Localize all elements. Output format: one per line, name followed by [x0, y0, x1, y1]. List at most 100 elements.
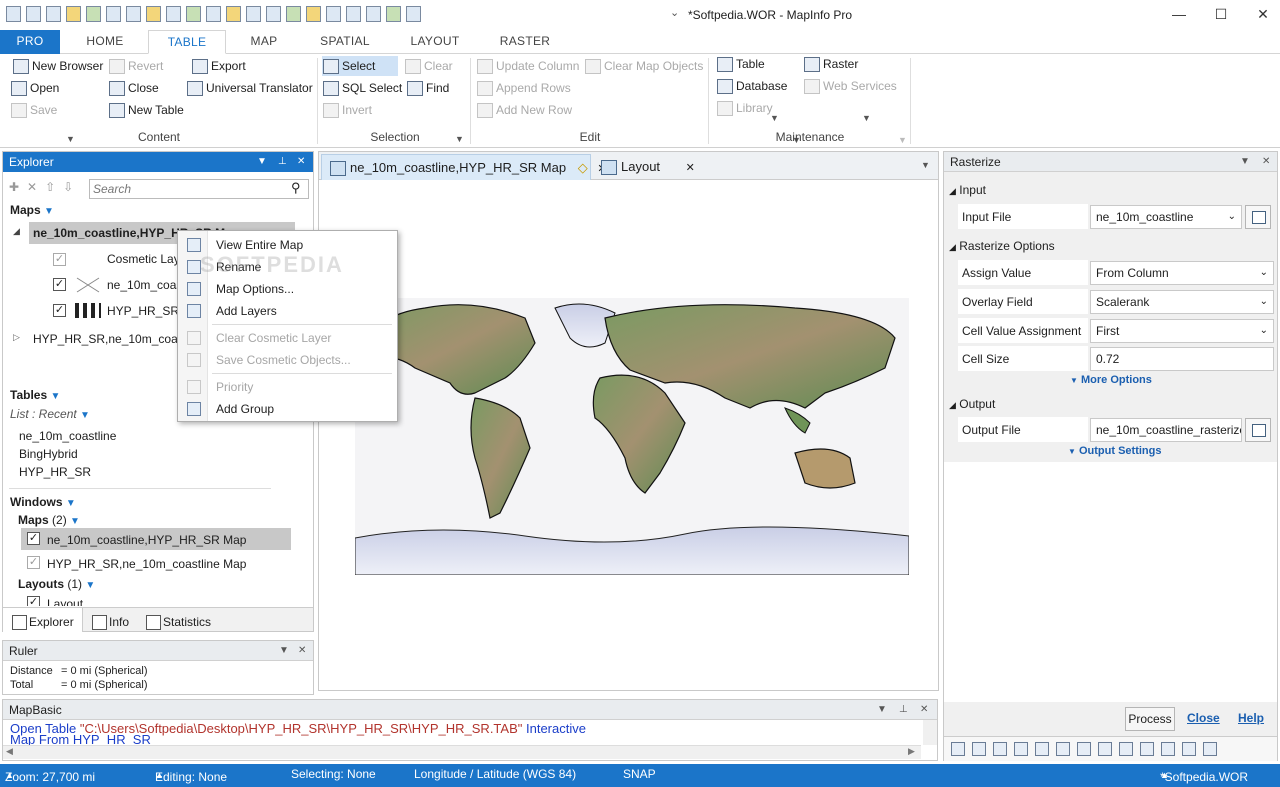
explorer-search-input[interactable]: Search — [89, 179, 309, 199]
convert-icon[interactable] — [1056, 742, 1070, 756]
tab-table[interactable]: TABLE — [148, 30, 226, 54]
pin-icon[interactable]: ⊥ — [278, 152, 287, 172]
find-button[interactable]: Find — [406, 78, 449, 98]
raster-tool-icon[interactable] — [951, 742, 965, 756]
process-button[interactable]: Process — [1125, 707, 1175, 731]
table-item[interactable]: HYP_HR_SR — [19, 465, 91, 479]
close-table-button[interactable]: Close — [108, 78, 159, 98]
calculator-icon[interactable] — [1077, 742, 1091, 756]
search-icon[interactable]: ⚲ — [291, 180, 301, 196]
tab-explorer[interactable]: Explorer — [11, 612, 74, 632]
tab-map[interactable]: MAP — [234, 30, 294, 54]
merge-icon[interactable] — [1098, 742, 1112, 756]
save-button[interactable]: Save — [10, 100, 57, 120]
selecting-status[interactable]: Selecting: None — [291, 767, 376, 781]
vertical-scrollbar[interactable] — [923, 720, 937, 745]
layouts-windows-group[interactable]: Layouts (1) ▼ — [18, 577, 95, 591]
expand-map1-icon[interactable]: ◢ — [13, 226, 20, 237]
clip-icon[interactable] — [1119, 742, 1133, 756]
window-map2-checkbox[interactable]: ✓ — [27, 556, 40, 569]
table-icon[interactable] — [1161, 742, 1175, 756]
tab-home[interactable]: HOME — [70, 30, 140, 54]
windows-section-header[interactable]: Windows ▼ — [10, 495, 76, 509]
maximize-button[interactable]: ☐ — [1206, 4, 1236, 26]
panel-close-icon[interactable]: ✕ — [298, 641, 306, 661]
menu-clear-cosmetic-layer[interactable]: Clear Cosmetic Layer — [178, 327, 397, 349]
window-map2-item[interactable]: HYP_HR_SR,ne_10m_coastline Map — [47, 557, 246, 571]
panel-menu-icon[interactable]: ▼ — [1240, 152, 1250, 172]
cosmetic-layer-checkbox[interactable]: ✓ — [53, 253, 66, 266]
tab-raster[interactable]: RASTER — [492, 30, 558, 54]
output-settings-link[interactable]: ▼ Output Settings — [1068, 445, 1161, 457]
clear-selection-button[interactable]: Clear — [404, 56, 453, 76]
cell-value-assignment-select[interactable]: First ⌄ — [1090, 319, 1274, 343]
info-icon[interactable] — [972, 742, 986, 756]
assign-value-select[interactable]: From Column ⌄ — [1090, 261, 1274, 285]
export-button[interactable]: Export — [191, 56, 246, 76]
menu-add-group[interactable]: Add Group — [178, 398, 397, 420]
panel-close-icon[interactable]: ✕ — [1262, 152, 1270, 172]
browse-input-button[interactable] — [1245, 205, 1271, 229]
layout-checkbox[interactable]: ✓ — [27, 596, 40, 606]
database-button[interactable]: Database — [716, 76, 787, 96]
map2-node[interactable]: HYP_HR_SR,ne_10m_coastli — [33, 332, 192, 346]
horizontal-scrollbar[interactable]: ◀ ▶ — [3, 745, 921, 759]
table-item[interactable]: BingHybrid — [19, 447, 78, 461]
table-item[interactable]: ne_10m_coastline — [19, 429, 116, 443]
edit-icon[interactable] — [993, 742, 1007, 756]
close-link[interactable]: Close — [1187, 711, 1220, 725]
overlay-field-select[interactable]: Scalerank ⌄ — [1090, 290, 1274, 314]
output-section[interactable]: ◢ Output — [949, 397, 995, 411]
browse-output-button[interactable] — [1245, 418, 1271, 442]
layout-document-tab[interactable]: Layout ✕ — [593, 154, 695, 180]
snap-status[interactable]: SNAP — [623, 767, 656, 781]
cosmetic-layer-label[interactable]: Cosmetic Lay — [107, 252, 180, 266]
map-document-tab[interactable]: ne_10m_coastline,HYP_HR_SR Map ◇ ✕ — [321, 154, 607, 180]
hyp-layer-checkbox[interactable]: ✓ — [53, 304, 66, 317]
table-maintenance-button[interactable]: Table — [716, 54, 765, 74]
panel-menu-icon[interactable]: ▼ — [257, 152, 267, 172]
menu-priority[interactable]: Priority — [178, 376, 397, 398]
select-button[interactable]: Select — [322, 56, 398, 76]
cell-size-input[interactable]: 0.72 — [1090, 347, 1274, 371]
histogram-icon[interactable] — [1014, 742, 1028, 756]
grid-icon[interactable] — [1203, 742, 1217, 756]
coastline-layer-checkbox[interactable]: ✓ — [53, 278, 66, 291]
invert-button[interactable]: Invert — [322, 100, 372, 120]
tab-info[interactable]: Info — [91, 612, 129, 632]
tab-list-dropdown-icon[interactable]: ▼ — [921, 160, 930, 170]
rasterize-options-section[interactable]: ◢ Rasterize Options — [949, 239, 1055, 253]
input-file-select[interactable]: ne_10m_coastline ⌄ — [1090, 205, 1242, 229]
web-services-button[interactable]: Web Services — [803, 76, 897, 96]
close-window-button[interactable]: ✕ — [1248, 4, 1278, 26]
append-rows-button[interactable]: Append Rows — [476, 78, 571, 98]
universal-translator-button[interactable]: Universal Translator — [186, 78, 313, 98]
new-browser-button[interactable]: New Browser — [12, 56, 103, 76]
open-button[interactable]: Open — [10, 78, 59, 98]
coastline-layer-label[interactable]: ne_10m_coast — [107, 278, 186, 292]
maps-windows-group[interactable]: Maps (2) ▼ — [18, 513, 80, 527]
minimize-button[interactable]: — — [1164, 4, 1194, 26]
tab-statistics[interactable]: Statistics — [145, 612, 211, 632]
window-map1-item[interactable]: ne_10m_coastline,HYP_HR_SR Map — [47, 533, 246, 547]
revert-button[interactable]: Revert — [108, 56, 163, 76]
explorer-toolbar[interactable]: ✚✕⇧⇩ — [9, 180, 81, 194]
more-options-link[interactable]: ▼ More Options — [1070, 374, 1152, 386]
hyp-layer-label[interactable]: HYP_HR_SR — [107, 304, 179, 318]
panel-close-icon[interactable]: ✕ — [297, 152, 305, 172]
projection-status[interactable]: Longitude / Latitude (WGS 84) — [414, 767, 576, 781]
raster-dropdown-icon[interactable]: ▼ — [862, 113, 871, 123]
input-section[interactable]: ◢ Input — [949, 183, 986, 197]
add-new-row-button[interactable]: Add New Row — [476, 100, 572, 120]
sql-select-button[interactable]: SQL Select — [322, 78, 402, 98]
panel-close-icon[interactable]: ✕ — [920, 700, 928, 720]
new-table-button[interactable]: New Table — [108, 100, 184, 120]
list-mode-selector[interactable]: List : Recent ▼ — [10, 407, 90, 421]
tab-spatial[interactable]: SPATIAL — [310, 30, 380, 54]
menu-map-options[interactable]: Map Options... — [178, 278, 397, 300]
pin-icon[interactable]: ⊥ — [899, 700, 908, 720]
reproject-icon[interactable] — [1140, 742, 1154, 756]
scroll-left-icon[interactable]: ◀ — [6, 746, 13, 757]
menu-add-layers[interactable]: Add Layers — [178, 300, 397, 322]
tab-layout[interactable]: LAYOUT — [402, 30, 468, 54]
